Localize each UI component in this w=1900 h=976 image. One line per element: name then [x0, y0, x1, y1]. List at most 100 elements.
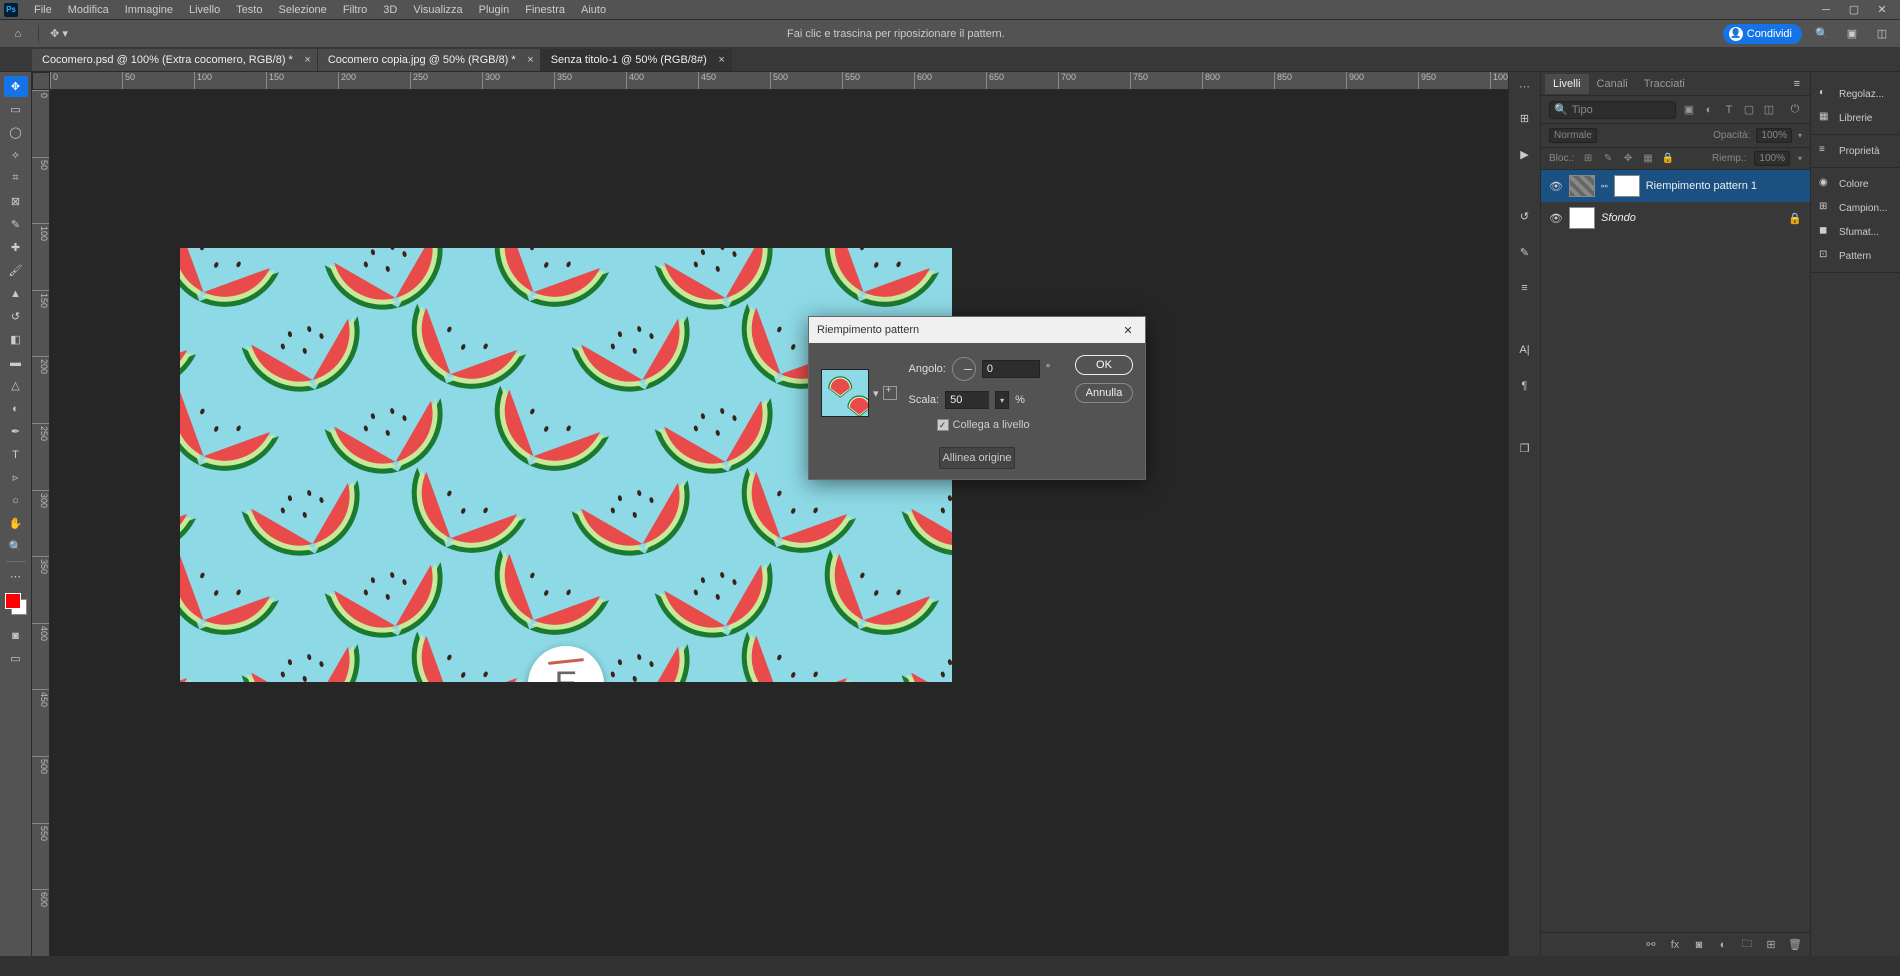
ok-button[interactable]: OK — [1075, 355, 1133, 375]
close-button[interactable]: ✕ — [1868, 1, 1896, 19]
ruler-vertical[interactable]: 050100150200250300350400450500550600 — [32, 90, 50, 956]
menu-livello[interactable]: Livello — [181, 2, 228, 18]
dialog-close-button[interactable]: ✕ — [1119, 321, 1137, 339]
delete-icon[interactable]: 🗑 — [1788, 938, 1802, 952]
angle-input[interactable] — [982, 360, 1040, 378]
panel-menu-icon[interactable]: ≡ — [1788, 78, 1806, 90]
collapsed-panel-librerie[interactable]: ▦Librerie — [1811, 106, 1900, 130]
eraser-tool[interactable]: ◧ — [4, 329, 28, 350]
menu-testo[interactable]: Testo — [228, 2, 270, 18]
layer-search[interactable]: 🔍 Tipo — [1549, 101, 1676, 119]
layer-row[interactable]: 👁Sfondo🔒 — [1541, 202, 1810, 234]
history-icon[interactable]: ↺ — [1514, 205, 1536, 227]
workspace-icon[interactable]: ▣ — [1842, 24, 1862, 44]
restore-button[interactable]: ▢ — [1840, 1, 1868, 19]
ruler-horizontal[interactable]: 0501001502002503003504004505005506006507… — [50, 72, 1508, 90]
type-tool[interactable]: T — [4, 444, 28, 465]
document-tab[interactable]: Cocomero copia.jpg @ 50% (RGB/8) *× — [318, 49, 541, 71]
blur-tool[interactable]: △ — [4, 375, 28, 396]
layer-row[interactable]: 👁⚯Riempimento pattern 1 — [1541, 170, 1810, 202]
tab-close-icon[interactable]: × — [718, 54, 724, 66]
menu-finestra[interactable]: Finestra — [517, 2, 573, 18]
link-to-layer-checkbox[interactable]: ✓ Collega a livello — [937, 419, 1063, 431]
lasso-tool[interactable]: ◯ — [4, 122, 28, 143]
menu-visualizza[interactable]: Visualizza — [405, 2, 470, 18]
pattern-preview[interactable] — [821, 369, 869, 417]
lock-paint-icon[interactable]: ✎ — [1602, 153, 1614, 165]
panel-expand-icon[interactable]: ⋯ — [1515, 80, 1535, 93]
cancel-button[interactable]: Annulla — [1075, 383, 1133, 403]
frame-tool[interactable]: ⊠ — [4, 191, 28, 212]
color-swatches[interactable] — [5, 593, 27, 615]
fx-icon[interactable]: fx — [1668, 938, 1682, 952]
mask-icon[interactable]: ◙ — [1692, 938, 1706, 952]
filter-adjust-icon[interactable]: ◐ — [1702, 103, 1716, 117]
screenmode-tool[interactable]: ▭ — [4, 648, 28, 669]
collapsed-panel-sfumat[interactable]: ◼Sfumat... — [1811, 220, 1900, 244]
eyedropper-tool[interactable]: ✎ — [4, 214, 28, 235]
panel-tab-canali[interactable]: Canali — [1589, 74, 1636, 94]
navigator-icon[interactable]: ⊞ — [1514, 107, 1536, 129]
collapsed-panel-propriet[interactable]: ≡Proprietà — [1811, 139, 1900, 163]
arrange-icon[interactable]: ◫ — [1872, 24, 1892, 44]
visibility-icon[interactable]: 👁 — [1549, 180, 1563, 193]
minimize-button[interactable]: ─ — [1812, 1, 1840, 19]
stamp-tool[interactable]: ▲ — [4, 283, 28, 304]
tab-close-icon[interactable]: × — [527, 54, 533, 66]
filter-image-icon[interactable]: ▣ — [1682, 103, 1696, 117]
pattern-dropdown-icon[interactable]: ▾ — [871, 387, 881, 400]
document-tab[interactable]: Cocomero.psd @ 100% (Extra cocomero, RGB… — [32, 49, 318, 71]
menu-plugin[interactable]: Plugin — [471, 2, 518, 18]
home-icon[interactable]: ⌂ — [8, 24, 28, 44]
lock-trans-icon[interactable]: ⊞ — [1582, 153, 1594, 165]
align-origin-button[interactable]: Allinea origine — [939, 447, 1015, 469]
menu-filtro[interactable]: Filtro — [335, 2, 375, 18]
menu-selezione[interactable]: Selezione — [270, 2, 334, 18]
fill-input[interactable]: 100% — [1754, 151, 1790, 166]
paragraph-icon[interactable]: ¶ — [1514, 375, 1536, 397]
hand-tool[interactable]: ✋ — [4, 513, 28, 534]
panel-tab-tracciati[interactable]: Tracciati — [1636, 74, 1693, 94]
history-brush-tool[interactable]: ↺ — [4, 306, 28, 327]
zoom-tool[interactable]: 🔍 — [4, 536, 28, 557]
blend-mode-dropdown[interactable]: Normale — [1549, 128, 1597, 143]
link-layers-icon[interactable]: ⚯ — [1644, 938, 1658, 952]
actions-icon[interactable]: ▶ — [1514, 143, 1536, 165]
3d-icon[interactable]: ❒ — [1514, 437, 1536, 459]
wand-tool[interactable]: ✧ — [4, 145, 28, 166]
menu-modifica[interactable]: Modifica — [60, 2, 117, 18]
filter-smart-icon[interactable]: ◫ — [1762, 103, 1776, 117]
new-preset-button[interactable] — [883, 386, 897, 400]
gradient-tool[interactable]: ▬ — [4, 352, 28, 373]
tab-close-icon[interactable]: × — [304, 54, 310, 66]
pen-tool[interactable]: ✒ — [4, 421, 28, 442]
search-icon[interactable]: 🔍 — [1812, 24, 1832, 44]
filter-type-icon[interactable]: T — [1722, 103, 1736, 117]
dodge-tool[interactable]: ◐ — [4, 398, 28, 419]
panel-tab-livelli[interactable]: Livelli — [1545, 74, 1589, 94]
quickmask-tool[interactable]: ◙ — [4, 625, 28, 646]
menu-immagine[interactable]: Immagine — [117, 2, 181, 18]
document-tab[interactable]: Senza titolo-1 @ 50% (RGB/8#)× — [541, 49, 732, 71]
path-tool[interactable]: ▹ — [4, 467, 28, 488]
collapsed-panel-pattern[interactable]: ⊡Pattern — [1811, 244, 1900, 268]
brushes-icon[interactable]: ✎ — [1514, 241, 1536, 263]
dialog-titlebar[interactable]: Riempimento pattern ✕ — [809, 317, 1145, 343]
scale-input[interactable] — [945, 391, 989, 409]
group-icon[interactable]: 🗀 — [1740, 938, 1754, 952]
filter-toggle[interactable]: ⏻ — [1788, 103, 1802, 117]
scale-dropdown[interactable]: ▾ — [995, 391, 1009, 409]
new-layer-icon[interactable]: ⊞ — [1764, 938, 1778, 952]
marquee-tool[interactable]: ▭ — [4, 99, 28, 120]
adjustment-icon[interactable]: ◐ — [1716, 938, 1730, 952]
collapsed-panel-colore[interactable]: ◉Colore — [1811, 172, 1900, 196]
char-icon[interactable]: A| — [1514, 339, 1536, 361]
crop-tool[interactable]: ⌗ — [4, 168, 28, 189]
visibility-icon[interactable]: 👁 — [1549, 212, 1563, 225]
lock-artboard-icon[interactable]: ▦ — [1642, 153, 1654, 165]
move-tool[interactable]: ✥ — [4, 76, 28, 97]
lock-all-icon[interactable]: 🔒 — [1662, 153, 1674, 165]
share-button[interactable]: 👤 Condividi — [1723, 24, 1802, 44]
shape-tool[interactable]: ○ — [4, 490, 28, 511]
menu-aiuto[interactable]: Aiuto — [573, 2, 614, 18]
